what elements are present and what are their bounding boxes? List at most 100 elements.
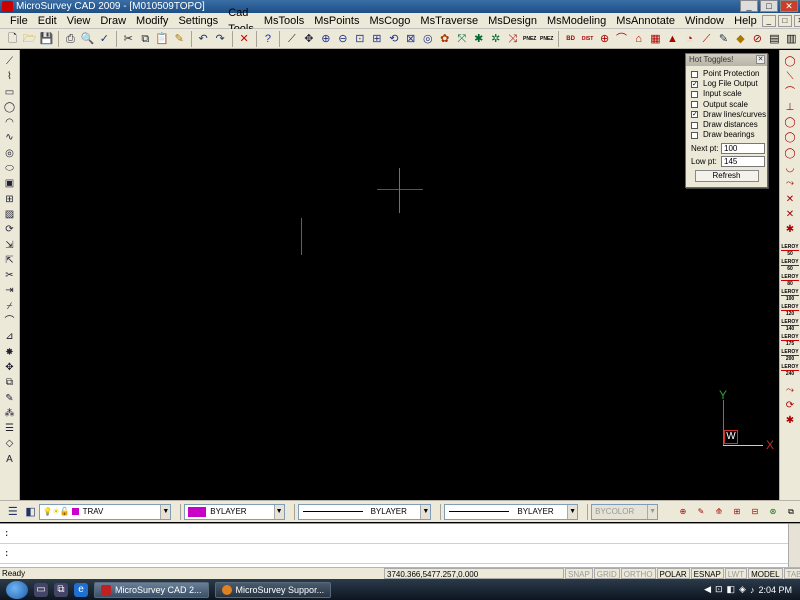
tools-4-icon[interactable]: ✲ — [488, 31, 503, 47]
circle-r2-icon[interactable]: ◯ — [782, 115, 798, 130]
tray-icon-2[interactable]: ◧ — [727, 584, 736, 595]
browser-icon[interactable]: e — [74, 582, 88, 597]
circle-icon[interactable]: ◯ — [2, 100, 18, 115]
extend-icon[interactable]: ⇥ — [2, 283, 18, 298]
hatch-icon[interactable]: ▨ — [2, 207, 18, 222]
cross-r-icon[interactable]: ✕ — [782, 192, 798, 207]
help-icon[interactable]: ? — [260, 31, 275, 47]
layer-dropdown[interactable]: 💡 ☀ 🔓 TRAV ▼ — [39, 503, 172, 520]
low-pt-input[interactable]: 145 — [721, 156, 765, 168]
drawn-line[interactable] — [301, 218, 302, 255]
pan-line-icon[interactable]: ⟋ — [284, 31, 299, 47]
minimize-button[interactable]: _ — [740, 0, 758, 12]
arc-icon[interactable]: ◠ — [2, 115, 18, 130]
tools-3-icon[interactable]: ✱ — [471, 31, 486, 47]
insert-icon[interactable]: ⊞ — [2, 192, 18, 207]
bd-icon[interactable]: BD — [563, 31, 578, 47]
polar-toggle[interactable]: POLAR — [656, 568, 690, 579]
rotate-r-icon[interactable]: ⟳ — [782, 398, 798, 413]
task-microsurvey-support[interactable]: MicroSurvey Suppor... — [214, 581, 332, 598]
option-output-scale[interactable]: Output scale — [686, 100, 767, 110]
rectangle-icon[interactable]: ▭ — [2, 85, 18, 100]
option-draw-distances[interactable]: Draw distances — [686, 120, 767, 130]
menu-msdesign[interactable]: MsDesign — [483, 13, 542, 29]
ellipse-icon[interactable]: ⬭ — [2, 161, 18, 176]
arc-r2-icon[interactable]: ◡ — [782, 161, 798, 176]
doc-restore-button[interactable]: □ — [777, 14, 792, 27]
array-icon[interactable]: ⁂ — [2, 406, 18, 421]
lwt-toggle[interactable]: LWT — [724, 568, 748, 579]
break-icon[interactable]: ⌿ — [2, 299, 18, 314]
erase-icon[interactable]: ✎ — [2, 391, 18, 406]
menu-draw[interactable]: Draw — [95, 13, 131, 29]
menu-view[interactable]: View — [62, 13, 96, 29]
tools-a-icon[interactable]: ✎ — [693, 504, 709, 520]
network-icon[interactable]: ⊡ — [715, 584, 723, 595]
menu-mstraverse[interactable]: MsTraverse — [415, 13, 483, 29]
cancel-icon[interactable]: ✕ — [237, 31, 252, 47]
tablet-toggle[interactable]: TABLET — [783, 568, 800, 579]
doc-minimize-button[interactable]: _ — [761, 14, 776, 27]
zoom-pick-icon[interactable]: ◎ — [420, 31, 435, 47]
open-icon[interactable]: 🗁 — [22, 31, 37, 47]
rotate-icon[interactable]: ⟳ — [2, 222, 18, 237]
move-icon[interactable]: ✥ — [2, 360, 18, 375]
tools-6-icon[interactable]: ⊕ — [597, 31, 612, 47]
spline-icon[interactable]: ∿ — [2, 130, 18, 145]
tools-12-icon[interactable]: ⟋ — [699, 31, 714, 47]
tools-5-icon[interactable]: ⤨ — [505, 31, 520, 47]
stretch-icon[interactable]: ⇲ — [2, 238, 18, 253]
zoom-extents-icon[interactable]: ⊞ — [369, 31, 384, 47]
polyline-icon[interactable]: ⌇ — [2, 69, 18, 84]
zoom-window-icon[interactable]: ⊡ — [352, 31, 367, 47]
show-desktop-icon[interactable]: ▭ — [34, 582, 48, 597]
option-draw-bearings[interactable]: Draw bearings — [686, 130, 767, 140]
paste-icon[interactable]: 📋 — [155, 31, 170, 47]
command-scrollbar[interactable] — [788, 524, 800, 568]
menu-edit[interactable]: Edit — [33, 13, 62, 29]
leroy-140-button[interactable]: LEROY 140 — [781, 319, 799, 334]
drawing-area[interactable]: Y W X — [20, 50, 779, 500]
menu-mspoints[interactable]: MsPoints — [309, 13, 364, 29]
menu-file[interactable]: File — [5, 13, 33, 29]
checkbox[interactable] — [691, 90, 698, 98]
tools-2-icon[interactable]: ⤧ — [454, 31, 469, 47]
doc-close-button[interactable]: ✕ — [793, 14, 800, 27]
copy-icon[interactable]: ⧉ — [138, 31, 153, 47]
menu-settings[interactable]: Settings — [173, 13, 223, 29]
command-input[interactable]: : — [0, 544, 800, 564]
tools-d-icon[interactable]: ⊟ — [747, 504, 763, 520]
leroy-240-button[interactable]: LEROY 240 — [781, 364, 799, 379]
menu-mscogo[interactable]: MsCogo — [364, 13, 415, 29]
tools-16-icon[interactable]: ▤ — [767, 31, 782, 47]
circle-r4-icon[interactable]: ◯ — [782, 146, 798, 161]
linetype-dropdown[interactable]: BYLAYER ▼ — [297, 503, 432, 520]
tools-13-icon[interactable]: ✎ — [716, 31, 731, 47]
explode-icon[interactable]: ✸ — [2, 345, 18, 360]
checkbox[interactable]: ✓ — [691, 111, 698, 119]
zoom-realtime-icon[interactable]: ✥ — [301, 31, 316, 47]
model-toggle[interactable]: MODEL — [748, 568, 783, 579]
zoom-prev-icon[interactable]: ⊕ — [675, 504, 691, 520]
task-microsurvey-cad[interactable]: MicroSurvey CAD 2... — [94, 581, 209, 598]
circle-r3-icon[interactable]: ◯ — [782, 130, 798, 145]
esnap-toggle[interactable]: ESNAP — [690, 568, 724, 579]
start-button[interactable] — [6, 580, 28, 599]
arc-r-icon[interactable]: ⌒ — [782, 85, 798, 100]
redo-icon[interactable]: ↷ — [213, 31, 228, 47]
layer-manager-icon[interactable]: ☰ — [5, 504, 21, 520]
cut-icon[interactable]: ✂ — [121, 31, 136, 47]
text-icon[interactable]: A — [2, 452, 18, 467]
checkbox[interactable] — [691, 101, 698, 109]
perpendicular-icon[interactable]: ⊥ — [782, 100, 798, 115]
trim-icon[interactable]: ✂ — [2, 268, 18, 283]
leroy-50-button[interactable]: LEROY 50 — [781, 244, 799, 259]
new-icon[interactable]: 🗋 — [5, 31, 20, 47]
save-icon[interactable]: 💾 — [39, 31, 54, 47]
option-point-protection[interactable]: Point Protection — [686, 69, 767, 79]
circle-r-icon[interactable]: ◯ — [782, 54, 798, 69]
option-log-file-output[interactable]: ✓ Log File Output — [686, 79, 767, 89]
tools-14-icon[interactable]: ◆ — [733, 31, 748, 47]
menu-msmodeling[interactable]: MsModeling — [542, 13, 611, 29]
menu-window[interactable]: Window — [680, 13, 729, 29]
